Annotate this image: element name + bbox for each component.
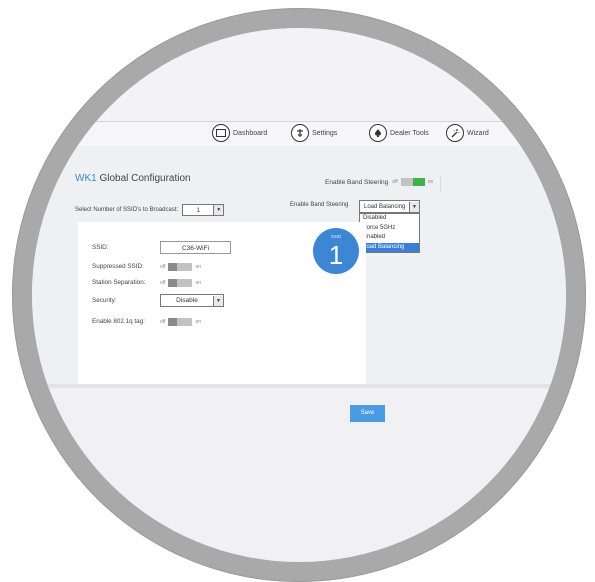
band-steering-value: Load Balancing	[364, 203, 406, 210]
nav-dealer-tools-label: Dealer Tools	[390, 129, 429, 137]
band-steering-select[interactable]: Load Balancing ▼	[359, 200, 420, 213]
toggle-on-label: on	[195, 264, 202, 270]
option-force-5ghz[interactable]: Force 5GHz	[360, 224, 419, 234]
nav-settings-label: Settings	[312, 129, 338, 137]
sliders-icon	[291, 124, 309, 142]
nav-bar: Dashboard Settings Dealer Tools Wizard	[32, 121, 566, 147]
vlan-tag-toggle[interactable]: off on	[160, 318, 201, 326]
toggle-off-label: off	[160, 319, 166, 325]
page-title: WK1 Global Configuration	[75, 173, 191, 184]
band-steering-top-label: Enable Band Steering	[325, 178, 389, 186]
ssid-input[interactable]: C36-WiFi	[160, 241, 231, 254]
suppressed-ssid-toggle[interactable]: off on	[160, 263, 201, 271]
magnifier-lens: Dashboard Settings Dealer Tools Wizard W…	[32, 28, 566, 562]
ssid-count-value: 1	[196, 206, 201, 214]
toggle-track[interactable]	[400, 178, 425, 186]
nav-wizard-label: Wizard	[467, 129, 489, 137]
page-title-device: WK1	[75, 173, 97, 184]
magnifier-frame: Dashboard Settings Dealer Tools Wizard W…	[12, 8, 586, 582]
suppressed-ssid-label: Suppressed SSID:	[92, 263, 144, 270]
option-load-balancing[interactable]: Load Balancing	[360, 242, 419, 252]
chevron-down-icon[interactable]: ▼	[409, 201, 419, 212]
toggle-on-label: on	[195, 319, 202, 325]
ssid-count-select[interactable]: 1 ▼	[182, 204, 225, 216]
toggle-off-label: off	[160, 264, 166, 270]
station-separation-toggle[interactable]: off on	[160, 279, 201, 287]
ssid-count-label: Select Number of SSID's to Broadcast:	[75, 207, 179, 213]
band-steering-dropdown: Disabled Force 5GHz Enabled Load Balanci…	[359, 213, 420, 253]
chevron-down-icon[interactable]: ▼	[213, 295, 223, 306]
security-label: Security:	[92, 297, 117, 304]
wand-icon	[446, 124, 464, 142]
nav-dashboard-label: Dashboard	[233, 129, 268, 137]
band-steering-label: Enable Band Steering	[290, 202, 349, 208]
toggle-track[interactable]	[168, 318, 193, 326]
nav-dashboard[interactable]: Dashboard	[212, 124, 267, 142]
vlan-tag-label: Enable 802.1q tag:	[92, 318, 145, 325]
step-badge: SSID 1	[313, 228, 359, 274]
toggle-track[interactable]	[168, 263, 193, 271]
security-select[interactable]: Disable ▼	[160, 294, 224, 307]
station-separation-label: Station Separation:	[92, 279, 146, 286]
spade-icon	[369, 124, 387, 142]
ssid-count-row: Select Number of SSID's to Broadcast: 1 …	[75, 204, 225, 216]
save-button[interactable]: Save	[350, 405, 385, 422]
option-disabled[interactable]: Disabled	[360, 214, 419, 224]
page-title-text: Global Configuration	[96, 173, 191, 184]
nav-settings[interactable]: Settings	[291, 124, 337, 142]
header-area	[32, 28, 566, 122]
footer-divider	[32, 384, 566, 388]
toggle-on-label: on	[427, 179, 434, 185]
nav-wizard[interactable]: Wizard	[446, 124, 489, 142]
nav-dealer-tools[interactable]: Dealer Tools	[369, 124, 429, 142]
security-value: Disable	[176, 297, 198, 304]
toggle-track[interactable]	[168, 279, 193, 287]
divider	[440, 175, 441, 191]
toggle-on-label: on	[195, 280, 202, 286]
chevron-down-icon[interactable]: ▼	[213, 205, 224, 215]
step-badge-number: 1	[328, 240, 344, 270]
toggle-off-label: off	[392, 179, 398, 185]
dashboard-icon	[212, 124, 230, 142]
ssid-label: SSID:	[92, 244, 109, 251]
band-steering-top: Enable Band Steering off on	[325, 178, 433, 186]
toggle-off-label: off	[160, 280, 166, 286]
option-enabled[interactable]: Enabled	[360, 233, 419, 243]
band-steering-top-toggle[interactable]: off on	[392, 178, 433, 186]
step-badge-caption: SSID	[330, 234, 342, 239]
screen: Dashboard Settings Dealer Tools Wizard W…	[32, 28, 566, 500]
